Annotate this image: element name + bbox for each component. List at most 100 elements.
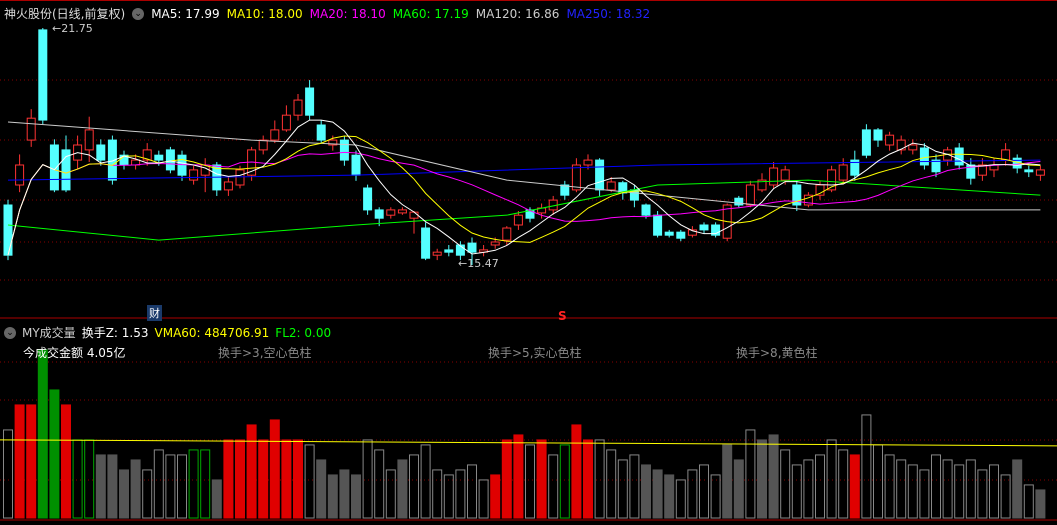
volume-bar <box>629 454 640 519</box>
candle <box>734 197 744 206</box>
volume-bar <box>884 454 895 519</box>
kline-chart[interactable] <box>0 0 1057 525</box>
candle <box>84 129 94 151</box>
volume-bar <box>919 469 930 519</box>
volume-bar <box>501 439 512 519</box>
volume-bar <box>188 449 199 519</box>
candle <box>769 167 779 186</box>
candle <box>954 147 964 166</box>
volume-bar <box>873 444 883 519</box>
candle <box>165 149 175 171</box>
candle <box>3 204 13 256</box>
finance-marker[interactable]: 财 <box>147 305 162 321</box>
candle <box>189 169 199 181</box>
volume-bar <box>49 389 60 519</box>
volume-bar <box>455 469 466 519</box>
candle <box>490 241 500 246</box>
volume-bar <box>583 439 593 519</box>
volume-bar <box>478 479 489 519</box>
volume-bar <box>14 404 25 519</box>
volume-bar <box>351 474 361 519</box>
volume-bar <box>965 459 976 519</box>
volume-bar <box>664 474 675 519</box>
volume-bar <box>757 439 767 519</box>
volume-bar <box>26 404 37 519</box>
volume-bar <box>223 439 234 519</box>
volume-bar <box>211 479 222 519</box>
volume-bar <box>699 464 709 519</box>
volume-bar <box>200 449 211 519</box>
candle <box>258 139 268 151</box>
volume-bar <box>641 464 651 519</box>
candle <box>154 154 164 161</box>
candle <box>1024 169 1034 173</box>
candle <box>502 227 512 241</box>
note-hollow: 换手>3,空心色柱 <box>218 346 312 360</box>
candle <box>583 159 593 166</box>
volume-bar <box>559 444 570 519</box>
candle <box>873 129 883 141</box>
vma60-value: VMA60: 484706.91 <box>154 325 270 340</box>
candle <box>235 169 245 186</box>
candle <box>676 231 686 239</box>
volume-bar <box>536 439 547 519</box>
fl2-value: FL2: 0.00 <box>275 325 332 340</box>
volume-legend: ⌄ MY成交量 换手Z: 1.53 VMA60: 484706.91 FL2: … <box>4 324 331 341</box>
volume-bar <box>652 469 663 519</box>
candle <box>780 169 790 181</box>
candle <box>896 139 906 151</box>
candle <box>374 209 384 219</box>
volume-bar <box>803 459 814 519</box>
candle <box>838 164 848 181</box>
volume-bar <box>1012 459 1023 519</box>
candle <box>363 187 373 211</box>
volume-bar <box>258 439 269 519</box>
candle <box>38 29 48 121</box>
volume-bar <box>339 469 350 519</box>
volume-bar <box>443 474 454 519</box>
volume-bar <box>942 459 953 519</box>
candle <box>339 139 349 161</box>
candle <box>49 144 59 191</box>
chevron-down-icon[interactable]: ⌄ <box>4 326 16 339</box>
volume-bar <box>710 474 721 519</box>
candle <box>96 144 106 161</box>
volume-bar <box>571 424 582 519</box>
volume-bar <box>594 439 605 519</box>
volume-bar <box>293 439 303 519</box>
volume-bar <box>977 469 988 519</box>
volume-bar <box>826 439 837 519</box>
volume-bar <box>304 444 315 519</box>
candle <box>885 134 895 146</box>
candle <box>467 242 477 253</box>
volume-bar <box>72 439 83 519</box>
candle <box>606 181 616 191</box>
signal-marker[interactable]: S <box>558 309 567 323</box>
candle <box>305 87 315 116</box>
volume-bar <box>37 349 48 519</box>
volume-bar <box>780 449 791 519</box>
volume-bar <box>849 454 860 519</box>
low-price-label: ←15.47 <box>458 257 499 270</box>
volume-indicator-name: MY成交量 <box>22 326 76 340</box>
volume-bar <box>95 454 106 519</box>
candle <box>861 129 871 156</box>
volume-bar <box>675 479 686 519</box>
volume-bar <box>606 449 617 519</box>
volume-bar <box>815 454 825 519</box>
volume-bar <box>525 444 535 519</box>
candle <box>15 164 25 186</box>
volume-bar <box>246 424 257 519</box>
candle <box>641 204 651 216</box>
volume-bar <box>409 454 419 519</box>
volume-bar <box>107 454 118 519</box>
candle <box>270 129 280 141</box>
note-yellow: 换手>8,黄色柱 <box>736 346 818 360</box>
candle <box>1001 149 1011 161</box>
high-price-label: ←21.75 <box>52 22 93 35</box>
volume-bar <box>954 464 965 519</box>
turnover-value: 换手Z: 1.53 <box>81 326 149 340</box>
volume-bar <box>420 444 431 519</box>
volume-bar <box>617 459 628 519</box>
volume-bar <box>513 434 524 519</box>
